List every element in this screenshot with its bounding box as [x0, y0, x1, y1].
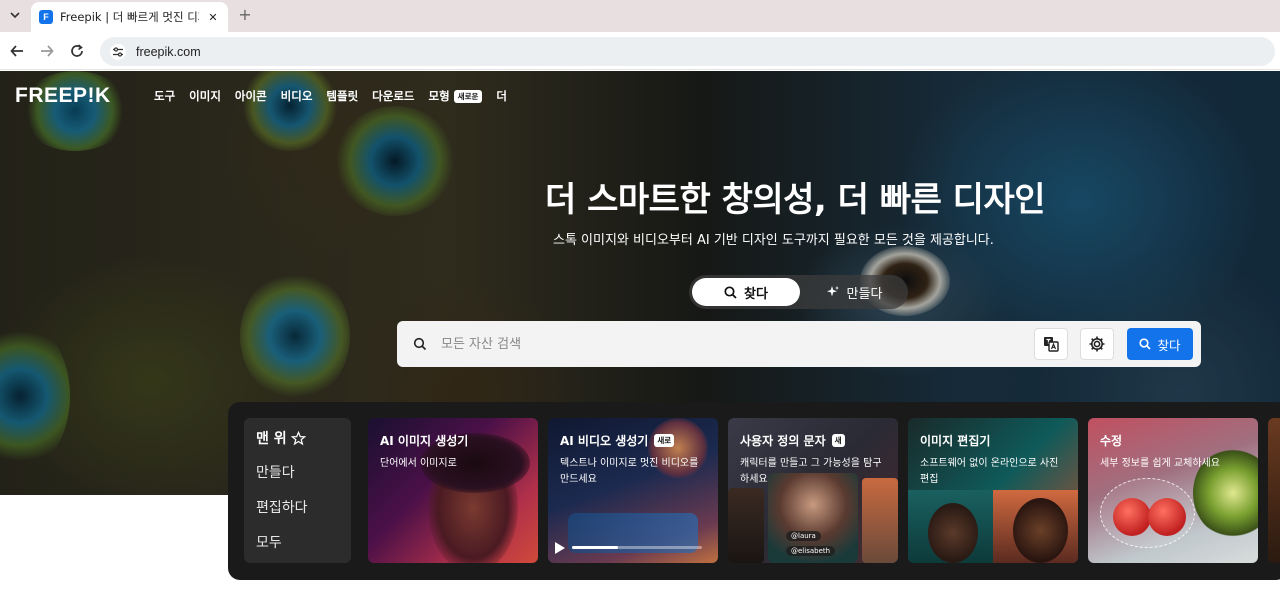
search-bar: 찾다 [397, 321, 1201, 367]
nav-item-tools[interactable]: 도구 [154, 88, 175, 104]
search-icon [1139, 338, 1152, 350]
toggle-find-label: 찾다 [744, 286, 768, 302]
card-title: AI 비디오 생성기 [560, 434, 649, 448]
card-description: 텍스트나 이미지로 멋진 비디오를 만드세요 [560, 458, 699, 485]
search-input[interactable] [441, 329, 1021, 359]
card-image-editor[interactable]: 이미지 편집기 소프트웨어 없이 온라인으로 사진 편집 [908, 418, 1078, 563]
browser-tabstrip: F Freepik | 더 빠르게 멋진 디자인 ✕ + [0, 0, 1280, 32]
freepik-logo[interactable]: FREEP!K [15, 84, 111, 108]
url-text: freepik.com [136, 44, 201, 59]
new-tab-plus-icon[interactable]: + [236, 5, 254, 25]
card-description: 단어에서 이미지로 [380, 458, 457, 469]
card-description: 캐릭터를 만들고 그 가능성을 탐구하세요 [740, 458, 882, 485]
panel-nav-edit[interactable]: 편집하다 [256, 497, 308, 517]
translate-icon [1044, 337, 1059, 352]
search-icon [724, 285, 737, 299]
card-title: 수정 [1100, 434, 1123, 448]
card-title: 사용자 정의 문자 [740, 434, 826, 448]
search-submit-button[interactable]: 찾다 [1127, 328, 1193, 360]
features-panel: 맨 위 만들다 편집하다 모두 AI 이미지 생성기 단어에서 이미지로 AI … [228, 402, 1280, 580]
mode-toggle: 찾다 만들다 [689, 275, 908, 309]
nav-item-videos[interactable]: 비디오 [281, 88, 313, 104]
settings-button[interactable] [1080, 328, 1114, 360]
panel-nav-top[interactable]: 맨 위 [256, 428, 306, 448]
play-icon[interactable] [554, 540, 566, 559]
card-ai-image-generator[interactable]: AI 이미지 생성기 단어에서 이미지로 [368, 418, 538, 563]
sparkle-icon [826, 286, 839, 297]
star-icon [290, 430, 306, 445]
toggle-make-label: 만들다 [846, 286, 883, 302]
character-image [862, 478, 898, 563]
card-custom-characters[interactable]: 사용자 정의 문자 새 캐릭터를 만들고 그 가능성을 탐구하세요 @laura… [728, 418, 898, 563]
panel-nav-create[interactable]: 만들다 [256, 462, 295, 482]
new-badge: 새 [831, 434, 845, 447]
card-next-partial[interactable] [1268, 418, 1280, 563]
card-retouch[interactable]: 수정 세부 정보를 쉽게 교체하세요 [1088, 418, 1258, 563]
site-info-icon[interactable] [110, 43, 126, 60]
toggle-make-button[interactable]: 만들다 [803, 278, 905, 306]
nav-item-more[interactable]: 더 [496, 88, 507, 104]
freepik-favicon-icon: F [39, 10, 53, 24]
hero-title: 더 스마트한 창의성, 더 빠른 디자인 [545, 180, 1046, 220]
nav-item-models[interactable]: 모형 새로운 [429, 88, 483, 104]
new-badge: 새로 [654, 434, 675, 447]
panel-category-nav: 맨 위 만들다 편집하다 모두 [244, 418, 351, 563]
toggle-find-button[interactable]: 찾다 [692, 278, 800, 306]
browser-tab-freepik[interactable]: F Freepik | 더 빠르게 멋진 디자인 ✕ [31, 2, 228, 32]
character-tag: @laura [786, 531, 821, 541]
panel-nav-all[interactable]: 모두 [256, 532, 282, 552]
back-arrow-icon[interactable] [7, 41, 27, 61]
strawberry-image [1148, 498, 1186, 536]
card-title: AI 이미지 생성기 [380, 434, 469, 448]
nav-item-images[interactable]: 이미지 [189, 88, 221, 104]
address-bar[interactable]: freepik.com [100, 37, 1275, 66]
site-header: FREEP!K 도구 이미지 아이콘 비디오 템플릿 다운로드 모형 새로운 더 [0, 71, 1280, 121]
nav-item-icons[interactable]: 아이콘 [235, 88, 267, 104]
card-description: 소프트웨어 없이 온라인으로 사진 편집 [920, 458, 1059, 485]
card-title: 이미지 편집기 [920, 434, 991, 448]
translate-button[interactable] [1034, 328, 1068, 360]
tab-title: Freepik | 더 빠르게 멋진 디자인 [60, 10, 199, 24]
nav-item-downloads[interactable]: 다운로드 [372, 88, 414, 104]
search-submit-label: 찾다 [1157, 337, 1181, 353]
nav-item-models-label: 모형 [428, 89, 450, 103]
panel-nav-top-label: 맨 위 [256, 431, 287, 447]
video-progress-track[interactable] [572, 546, 702, 549]
video-progress-fill [572, 546, 618, 549]
portrait-image [928, 503, 978, 563]
character-tag: @elisabeth [786, 546, 836, 556]
new-badge: 새로운 [453, 89, 483, 103]
browser-toolbar: freepik.com [0, 32, 1280, 70]
card-ai-video-generator[interactable]: AI 비디오 생성기 새로 텍스트나 이미지로 멋진 비디오를 만드세요 [548, 418, 718, 563]
hero-subtitle: 스톡 이미지와 비디오부터 AI 기반 디자인 도구까지 필요한 모든 것을 제… [553, 233, 994, 248]
character-image [728, 488, 764, 563]
gear-icon [1089, 336, 1105, 352]
forward-arrow-icon[interactable] [37, 41, 57, 61]
reload-icon[interactable] [67, 41, 87, 61]
main-nav: 도구 이미지 아이콘 비디오 템플릿 다운로드 모형 새로운 더 [154, 88, 507, 104]
card-description: 세부 정보를 쉽게 교체하세요 [1100, 458, 1220, 469]
tab-close-icon[interactable]: ✕ [206, 11, 220, 24]
tab-search-chevron-icon[interactable] [5, 5, 25, 25]
portrait-image [1013, 498, 1068, 563]
nav-item-templates[interactable]: 템플릿 [326, 88, 358, 104]
strawberry-image [1113, 498, 1151, 536]
search-icon [413, 336, 427, 355]
